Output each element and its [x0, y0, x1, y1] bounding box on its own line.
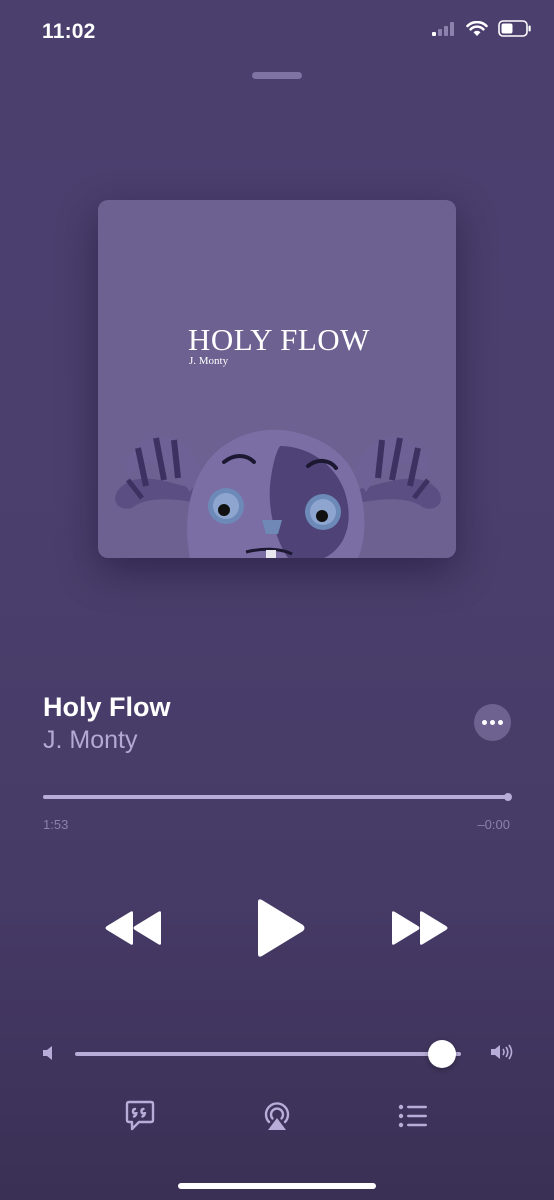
rewind-button[interactable]: [104, 910, 162, 946]
queue-list-icon: [398, 1104, 427, 1128]
fast-forward-button[interactable]: [391, 910, 449, 946]
progress-scrubber[interactable]: [504, 793, 512, 801]
airplay-button[interactable]: [262, 1100, 292, 1132]
elapsed-time: 1:53: [43, 817, 69, 832]
fast-forward-icon: [392, 911, 448, 945]
rewind-icon: [105, 911, 161, 945]
status-time: 11:02: [42, 20, 96, 43]
album-artwork: HOLY FLOW J. Monty: [98, 200, 456, 558]
monster-illustration: [115, 429, 441, 558]
play-button[interactable]: [254, 898, 306, 958]
volume-knob[interactable]: [427, 1040, 456, 1068]
more-options-button[interactable]: [474, 704, 511, 741]
volume-high-icon: [491, 1044, 513, 1060]
lyrics-quote-icon: [125, 1100, 155, 1131]
progress-fill: [43, 795, 509, 799]
right-horn: [354, 436, 441, 509]
play-icon: [258, 899, 305, 957]
volume-slider[interactable]: [75, 1052, 461, 1056]
left-horn: [115, 436, 202, 509]
queue-button[interactable]: [398, 1100, 428, 1132]
progress-bar[interactable]: [43, 795, 509, 799]
sheet-grabber[interactable]: [252, 72, 302, 79]
status-indicators: [432, 20, 532, 37]
lyrics-button[interactable]: [125, 1100, 155, 1132]
home-indicator[interactable]: [178, 1183, 376, 1189]
airplay-icon: [264, 1102, 290, 1130]
wifi-icon: [466, 20, 488, 36]
remaining-time: –0:00: [477, 817, 510, 832]
ellipsis-icon: [482, 720, 487, 725]
track-artist[interactable]: J. Monty: [43, 726, 137, 755]
cellular-signal-icon: [432, 21, 454, 36]
battery-icon: [498, 20, 531, 37]
volume-low-icon: [43, 1046, 52, 1060]
track-title: Holy Flow: [43, 692, 171, 722]
